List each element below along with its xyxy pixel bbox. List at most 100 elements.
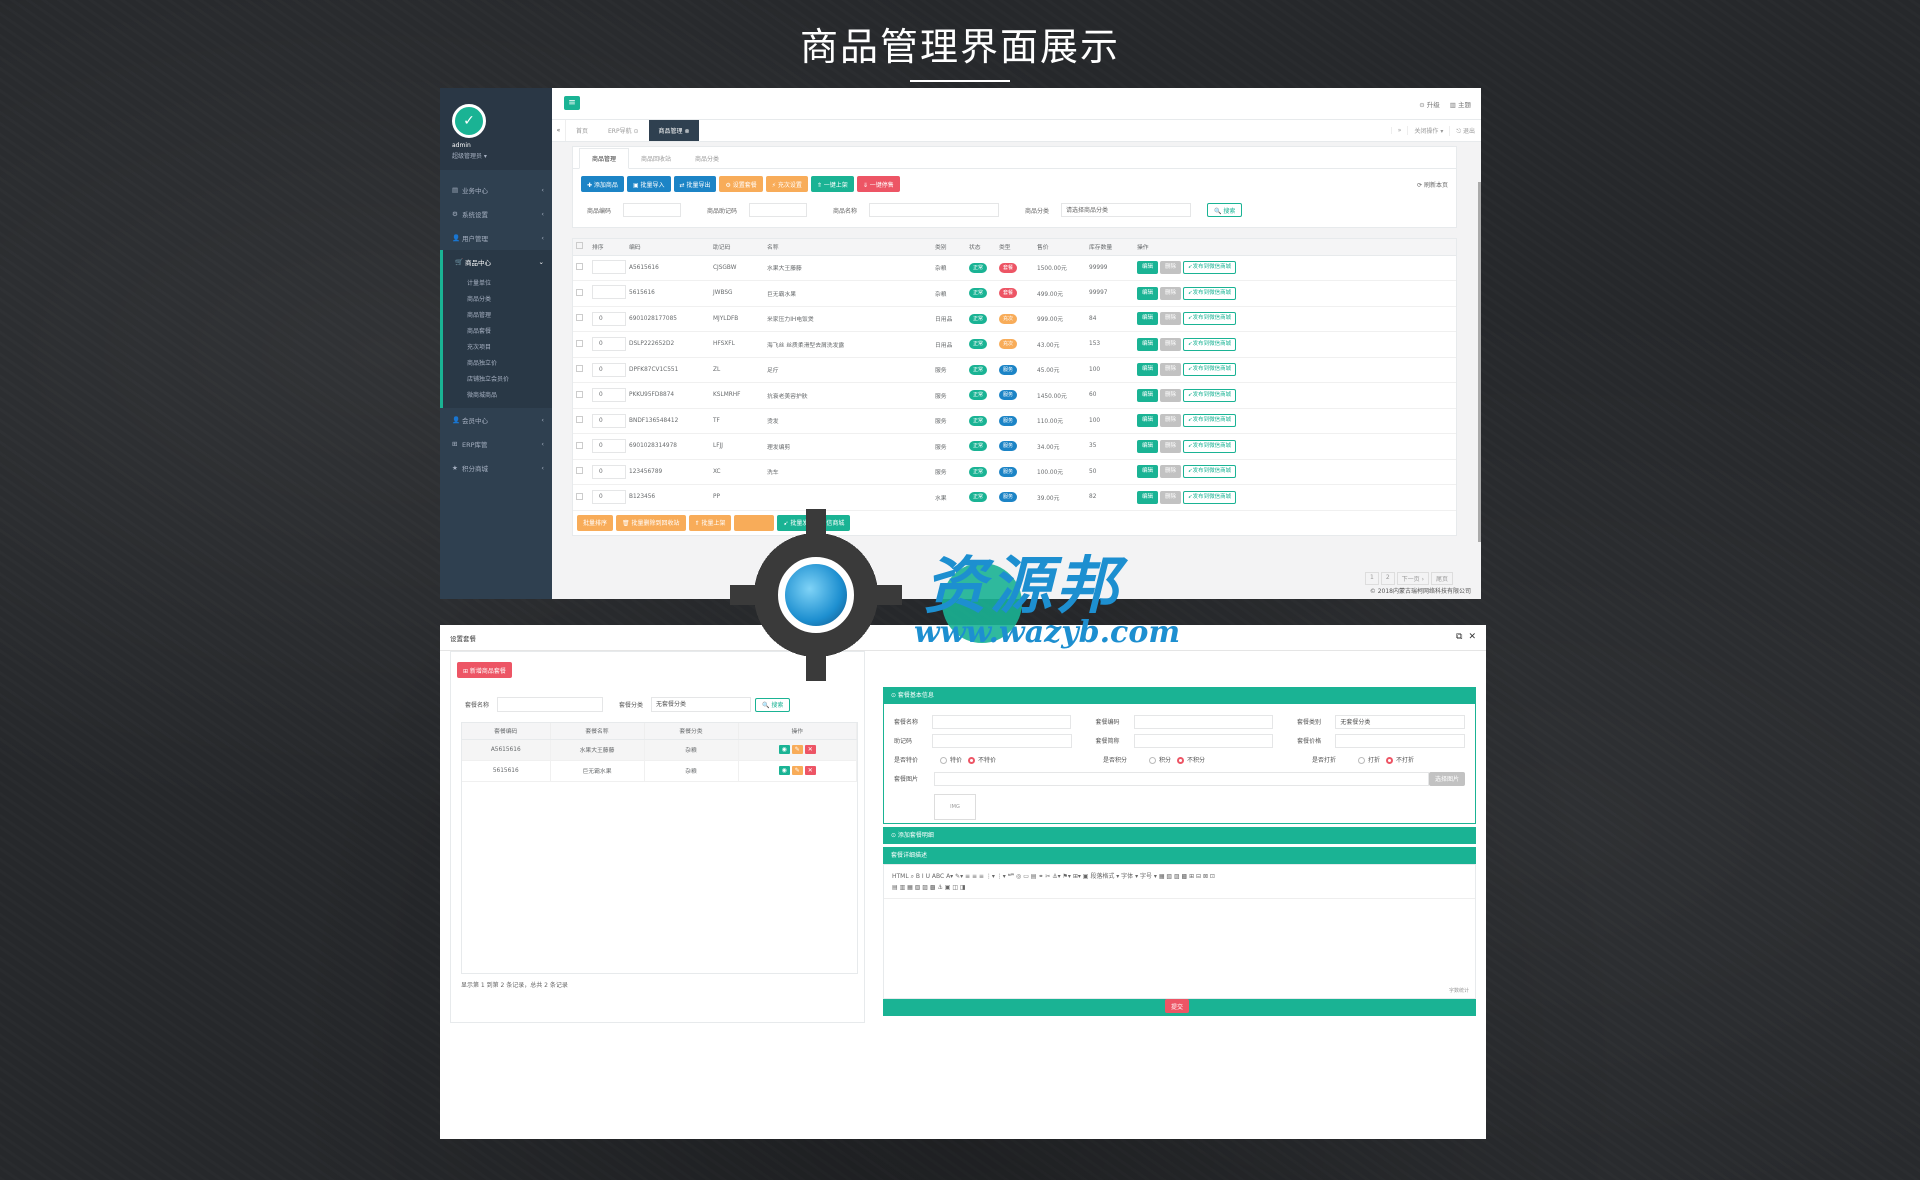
form-price-input[interactable] bbox=[1335, 733, 1466, 748]
package-name-input[interactable] bbox=[497, 697, 604, 712]
package-search-button[interactable]: 🔍 搜索 bbox=[755, 697, 791, 712]
sort-input[interactable]: 0 bbox=[592, 311, 626, 326]
publish-button[interactable]: ➹发布到微信商城 bbox=[1183, 388, 1237, 402]
tab-goods-manage[interactable]: 商品管理 ⊗ bbox=[648, 120, 700, 141]
delete-button[interactable]: 删除 bbox=[1160, 388, 1182, 402]
publish-button[interactable]: ➹发布到微信商城 bbox=[1183, 490, 1237, 504]
basic-info-header[interactable]: ⊙ 套餐基本信息 bbox=[883, 687, 1476, 704]
select-all-checkbox[interactable] bbox=[576, 242, 583, 250]
edit-button[interactable]: 编辑 bbox=[1137, 414, 1159, 428]
bulk-button[interactable] bbox=[734, 514, 775, 531]
menu-toggle-button[interactable]: ≡ bbox=[564, 96, 580, 110]
sort-input[interactable]: 0 bbox=[592, 413, 626, 428]
sort-input[interactable] bbox=[592, 259, 626, 274]
sort-input[interactable]: 0 bbox=[592, 337, 626, 352]
package-row[interactable]: 5615616 巨无霸水果 杂粮 ◉ ✎ ✕ bbox=[462, 760, 857, 782]
radio-discount-no[interactable] bbox=[1386, 757, 1394, 764]
sidebar-subitem[interactable]: 商品独立价 bbox=[467, 356, 552, 372]
bulk-button[interactable]: ⇑ 批量上架 bbox=[688, 514, 732, 531]
bulk-button[interactable]: ➹ 批量发布到微信商城 bbox=[777, 514, 851, 531]
row-checkbox[interactable] bbox=[576, 390, 583, 398]
view-icon[interactable]: ◉ bbox=[778, 745, 790, 754]
publish-button[interactable]: ➹发布到微信商城 bbox=[1183, 337, 1237, 351]
publish-button[interactable]: ➹发布到微信商城 bbox=[1183, 363, 1237, 377]
edit-icon[interactable]: ✎ bbox=[791, 745, 803, 754]
row-checkbox[interactable] bbox=[576, 339, 583, 347]
sort-input[interactable]: 0 bbox=[592, 439, 626, 454]
row-checkbox[interactable] bbox=[576, 288, 583, 296]
toolbar-button[interactable]: ⇑ 一键上架 bbox=[810, 176, 854, 192]
form-code-input[interactable] bbox=[1133, 714, 1273, 729]
toolbar-button[interactable]: ⚡ 充次设置 bbox=[765, 176, 808, 192]
choose-image-button[interactable]: 选择图片 bbox=[1428, 771, 1465, 786]
publish-button[interactable]: ➹发布到微信商城 bbox=[1183, 312, 1237, 326]
sidebar-item-sidebar.items0[interactable]: ▤ 业务中心 ‹ bbox=[440, 178, 552, 202]
sort-input[interactable]: 0 bbox=[592, 464, 626, 479]
image-thumbnail[interactable]: IMG bbox=[934, 794, 976, 820]
radio-special-yes[interactable] bbox=[940, 757, 947, 764]
sidebar-subitem[interactable]: 商品套餐 bbox=[467, 324, 552, 340]
panel-tab[interactable]: 商品分类 bbox=[683, 154, 731, 168]
tabs-prev-icon[interactable]: « bbox=[552, 120, 566, 141]
edit-button[interactable]: 编辑 bbox=[1137, 388, 1159, 402]
row-checkbox[interactable] bbox=[576, 441, 583, 449]
avatar[interactable]: ✓ bbox=[452, 104, 486, 138]
tab-erp-nav[interactable]: ERP导航 ⊙ bbox=[598, 120, 649, 141]
panel-tab[interactable]: 商品回收站 bbox=[629, 154, 683, 168]
delete-icon[interactable]: ✕ bbox=[804, 766, 816, 775]
scrollbar[interactable] bbox=[1478, 182, 1481, 542]
sort-input[interactable]: 0 bbox=[592, 388, 626, 403]
page-button[interactable]: 尾页 bbox=[1430, 572, 1453, 585]
row-checkbox[interactable] bbox=[576, 492, 583, 500]
new-package-button[interactable]: ⊞ 新增商品套餐 bbox=[457, 662, 512, 678]
edit-button[interactable]: 编辑 bbox=[1137, 363, 1159, 377]
edit-icon[interactable]: ✎ bbox=[791, 766, 803, 775]
delete-icon[interactable]: ✕ bbox=[804, 745, 816, 754]
bulk-button[interactable]: 批量排序 bbox=[577, 514, 614, 531]
toolbar-button[interactable]: ⇄ 批量导出 bbox=[673, 176, 717, 192]
row-checkbox[interactable] bbox=[576, 365, 583, 373]
submit-button[interactable]: 提交 bbox=[1165, 999, 1190, 1013]
edit-button[interactable]: 编辑 bbox=[1137, 490, 1159, 504]
package-row[interactable]: A5615616 水果大王藤藤 杂粮 ◉ ✎ ✕ bbox=[462, 739, 857, 761]
filter-category-select[interactable]: 请选择商品分类 bbox=[1061, 203, 1191, 217]
editor-toolbar[interactable]: HTML ⌕ B I U ABC A▾ ✎▾ ≡ ≡ ≡ ⋮▾ ⋮▾ ❝❞ ◎ … bbox=[884, 865, 1475, 899]
tab-home[interactable]: 首页 bbox=[566, 120, 598, 141]
edit-button[interactable]: 编辑 bbox=[1137, 286, 1159, 300]
toolbar-button[interactable]: ✚ 添加商品 bbox=[581, 176, 624, 192]
sidebar-subitem[interactable]: 商品管理 bbox=[467, 308, 552, 324]
sort-input[interactable]: 0 bbox=[592, 490, 626, 505]
sidebar-item-sidebar.after0[interactable]: 👤 会员中心 ‹ bbox=[440, 408, 552, 432]
bulk-button[interactable]: 🗑 批量删除到回收站 bbox=[616, 514, 686, 531]
maximize-icon[interactable]: ⧉ bbox=[1456, 632, 1462, 642]
publish-button[interactable]: ➹发布到微信商城 bbox=[1183, 439, 1237, 453]
publish-button[interactable]: ➹发布到微信商城 bbox=[1183, 286, 1237, 300]
view-icon[interactable]: ◉ bbox=[778, 766, 790, 775]
sidebar-item-sidebar.items2[interactable]: 👤 用户管理 ‹ bbox=[440, 226, 552, 250]
upgrade-button[interactable]: ⊙ 升级 bbox=[1419, 101, 1440, 109]
toolbar-button[interactable]: ⚙ 设置套餐 bbox=[719, 176, 763, 192]
sidebar-item-sidebar.after2[interactable]: ★ 积分商城 ‹ bbox=[440, 456, 552, 480]
form-abbr-input[interactable] bbox=[1133, 733, 1274, 748]
row-checkbox[interactable] bbox=[576, 416, 583, 424]
row-checkbox[interactable] bbox=[576, 467, 583, 475]
close-icon[interactable]: ✕ bbox=[1468, 632, 1476, 642]
delete-button[interactable]: 删除 bbox=[1160, 465, 1182, 479]
theme-button[interactable]: ▥ 主题 bbox=[1450, 101, 1471, 109]
user-role[interactable]: 超级管理员 ▾ bbox=[452, 151, 487, 160]
filter-name-input[interactable] bbox=[869, 203, 999, 217]
edit-button[interactable]: 编辑 bbox=[1137, 312, 1159, 326]
radio-discount-yes[interactable] bbox=[1358, 757, 1365, 764]
sidebar-subitem[interactable]: 充次项目 bbox=[467, 340, 552, 356]
delete-button[interactable]: 删除 bbox=[1160, 312, 1182, 326]
delete-button[interactable]: 删除 bbox=[1160, 439, 1182, 453]
toolbar-button[interactable]: ⇓ 一键停售 bbox=[856, 176, 900, 192]
sort-input[interactable] bbox=[592, 285, 626, 300]
form-cat-select[interactable]: 无套餐分类 bbox=[1335, 714, 1466, 729]
delete-button[interactable]: 删除 bbox=[1160, 261, 1182, 275]
filter-code-input[interactable] bbox=[623, 203, 681, 217]
sidebar-subitem[interactable]: 计量单位 bbox=[467, 276, 552, 292]
form-image-input[interactable] bbox=[934, 771, 1429, 786]
row-checkbox[interactable] bbox=[576, 263, 583, 271]
sidebar-subitem[interactable]: 微商城商品 bbox=[467, 388, 552, 404]
